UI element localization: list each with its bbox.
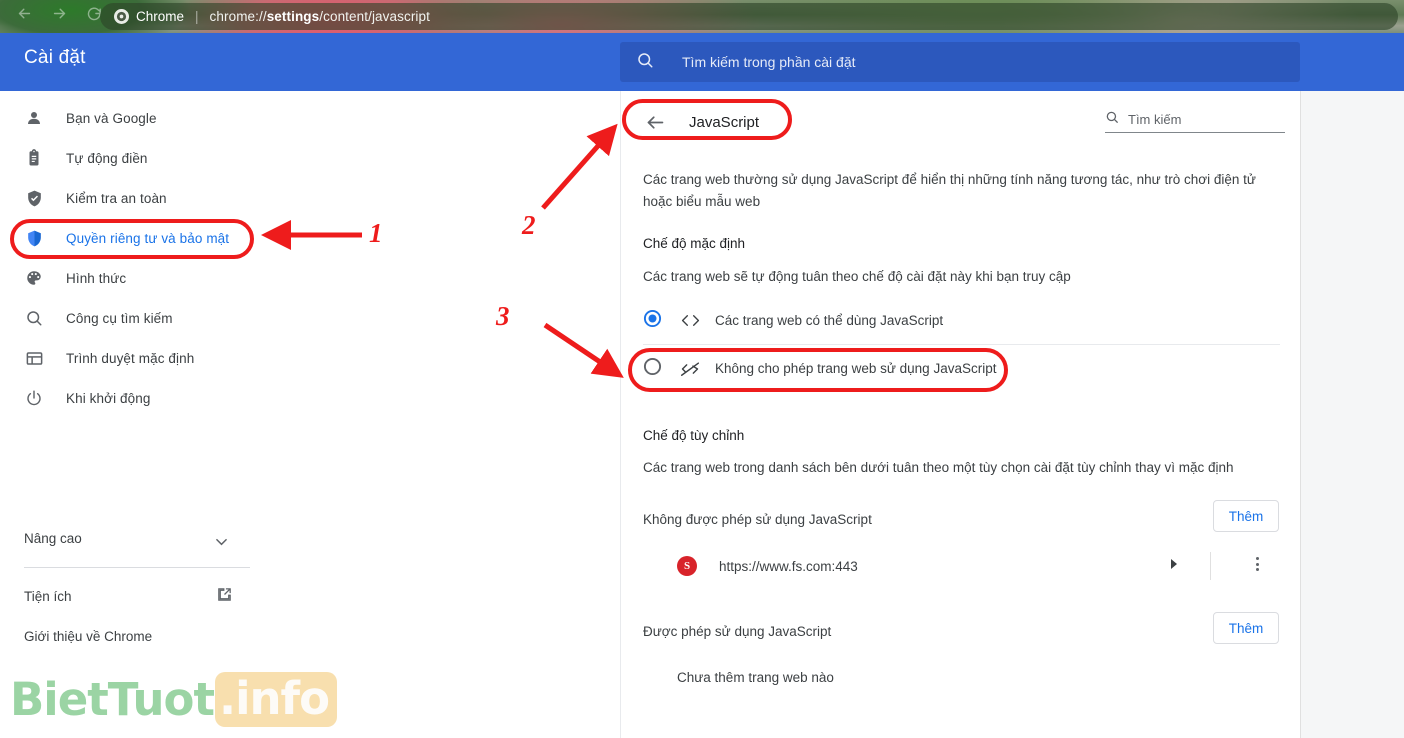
watermark-suffix: .info bbox=[214, 672, 338, 727]
more-vertical-icon[interactable] bbox=[1256, 557, 1259, 571]
allowed-list-label: Được phép sử dụng JavaScript bbox=[643, 624, 832, 639]
sidebar-item-safety-check[interactable]: Kiểm tra an toàn bbox=[0, 178, 250, 218]
search-icon bbox=[636, 51, 654, 74]
omnibox[interactable]: Chrome | chrome://settings/content/javas… bbox=[100, 3, 1398, 30]
browser-toolbar: Chrome | chrome://settings/content/javas… bbox=[0, 0, 1404, 33]
table-row[interactable]: S https://www.fs.com:443 bbox=[621, 542, 1300, 590]
omnibox-separator: | bbox=[195, 9, 199, 24]
sidebar-item-label: Quyền riêng tư và bảo mật bbox=[66, 230, 230, 246]
sidebar-divider bbox=[24, 567, 250, 568]
person-icon bbox=[24, 108, 44, 128]
sidebar-item-about-chrome[interactable]: Giới thiệu về Chrome bbox=[0, 621, 250, 651]
page-title: JavaScript bbox=[689, 113, 760, 131]
palette-icon bbox=[24, 268, 44, 288]
page-background-right bbox=[1301, 91, 1404, 738]
code-icon bbox=[679, 313, 701, 328]
sidebar-item-label: Công cụ tìm kiếm bbox=[66, 310, 173, 326]
back-arrow-icon[interactable] bbox=[643, 110, 667, 134]
clipboard-icon bbox=[24, 148, 44, 168]
settings-sidebar: Bạn và Google Tự động điền Kiểm tra an t… bbox=[0, 91, 250, 738]
sidebar-item-label: Trình duyệt mặc định bbox=[66, 350, 195, 366]
sidebar-extensions-label: Tiện ích bbox=[24, 588, 72, 604]
blocked-list-label: Không được phép sử dụng JavaScript bbox=[643, 512, 872, 527]
site-url-label: https://www.fs.com:443 bbox=[719, 558, 858, 574]
sidebar-item-on-startup[interactable]: Khi khởi động bbox=[0, 378, 250, 418]
sidebar-item-label: Khi khởi động bbox=[66, 390, 151, 406]
default-mode-subtitle: Các trang web sẽ tự động tuân theo chế đ… bbox=[643, 269, 1071, 284]
search-icon bbox=[1105, 110, 1119, 129]
sidebar-item-privacy-security[interactable]: Quyền riêng tư và bảo mật bbox=[0, 218, 250, 258]
radio-option-label: Các trang web có thể dùng JavaScript bbox=[715, 313, 944, 328]
settings-search-placeholder: Tìm kiếm trong phần cài đặt bbox=[682, 54, 856, 70]
default-mode-title: Chế độ mặc định bbox=[643, 236, 746, 251]
forward-arrow-icon[interactable] bbox=[51, 5, 68, 22]
external-link-icon bbox=[216, 586, 233, 608]
code-off-icon bbox=[679, 361, 701, 377]
sidebar-item-appearance[interactable]: Hình thức bbox=[0, 258, 250, 298]
add-allowed-site-button[interactable]: Thêm bbox=[1213, 612, 1279, 644]
screenshot-root: Chrome | chrome://settings/content/javas… bbox=[0, 0, 1404, 738]
row-divider bbox=[1210, 552, 1211, 580]
sidebar-item-extensions[interactable]: Tiện ích bbox=[0, 581, 250, 611]
omnibox-chrome-label: Chrome bbox=[136, 9, 185, 24]
sidebar-item-label: Hình thức bbox=[66, 270, 127, 286]
site-favicon-icon: S bbox=[677, 556, 697, 576]
sidebar-item-you-and-google[interactable]: Bạn và Google bbox=[0, 98, 250, 138]
sidebar-advanced-label: Nâng cao bbox=[24, 530, 82, 546]
sidebar-item-default-browser[interactable]: Trình duyệt mặc định bbox=[0, 338, 250, 378]
radio-option-label: Không cho phép trang web sử dụng JavaScr… bbox=[715, 361, 997, 376]
settings-header-bar: Cài đặt Tìm kiếm trong phần cài đặt bbox=[0, 33, 1404, 91]
radio-option-block-javascript[interactable]: Không cho phép trang web sử dụng JavaScr… bbox=[621, 345, 1300, 392]
watermark-name: BietTuot bbox=[10, 673, 215, 726]
power-icon bbox=[24, 388, 44, 408]
sidebar-item-autofill[interactable]: Tự động điền bbox=[0, 138, 250, 178]
sidebar-advanced-toggle[interactable]: Nâng cao bbox=[0, 523, 250, 553]
settings-search-box[interactable]: Tìm kiếm trong phần cài đặt bbox=[620, 42, 1300, 82]
omnibox-url: chrome://settings/content/javascript bbox=[209, 9, 430, 24]
sidebar-item-label: Tự động điền bbox=[66, 150, 148, 166]
javascript-description: Các trang web thường sử dụng JavaScript … bbox=[643, 172, 1256, 209]
radio-selected-icon bbox=[643, 309, 662, 333]
browser-nav-icons bbox=[16, 5, 103, 22]
back-arrow-icon[interactable] bbox=[16, 5, 33, 22]
browser-window-icon bbox=[24, 348, 44, 368]
radio-option-allow-javascript[interactable]: Các trang web có thể dùng JavaScript bbox=[621, 297, 1300, 344]
allowed-empty-message: Chưa thêm trang web nào bbox=[677, 670, 834, 685]
sidebar-item-label: Bạn và Google bbox=[66, 110, 157, 126]
settings-title: Cài đặt bbox=[24, 47, 86, 68]
chrome-icon bbox=[114, 9, 129, 24]
watermark: BietTuot .info bbox=[10, 672, 338, 727]
shield-check-icon bbox=[24, 188, 44, 208]
panel-search-field[interactable]: Tìm kiếm bbox=[1105, 107, 1285, 133]
javascript-settings-panel: JavaScript Tìm kiếm Các trang web thường… bbox=[620, 91, 1301, 738]
radio-unselected-icon bbox=[643, 357, 662, 381]
chevron-down-icon bbox=[216, 533, 227, 551]
sidebar-item-search-engine[interactable]: Công cụ tìm kiếm bbox=[0, 298, 250, 338]
panel-search-placeholder: Tìm kiếm bbox=[1128, 112, 1182, 127]
custom-mode-title: Chế độ tùy chỉnh bbox=[643, 428, 745, 443]
custom-mode-subtitle: Các trang web trong danh sách bên dưới t… bbox=[643, 460, 1234, 475]
sidebar-item-label: Kiểm tra an toàn bbox=[66, 190, 167, 206]
add-blocked-site-button[interactable]: Thêm bbox=[1213, 500, 1279, 532]
search-icon bbox=[24, 308, 44, 328]
shield-icon bbox=[24, 228, 44, 248]
chevron-right-icon[interactable] bbox=[1169, 557, 1179, 575]
sidebar-about-label: Giới thiệu về Chrome bbox=[24, 628, 153, 644]
